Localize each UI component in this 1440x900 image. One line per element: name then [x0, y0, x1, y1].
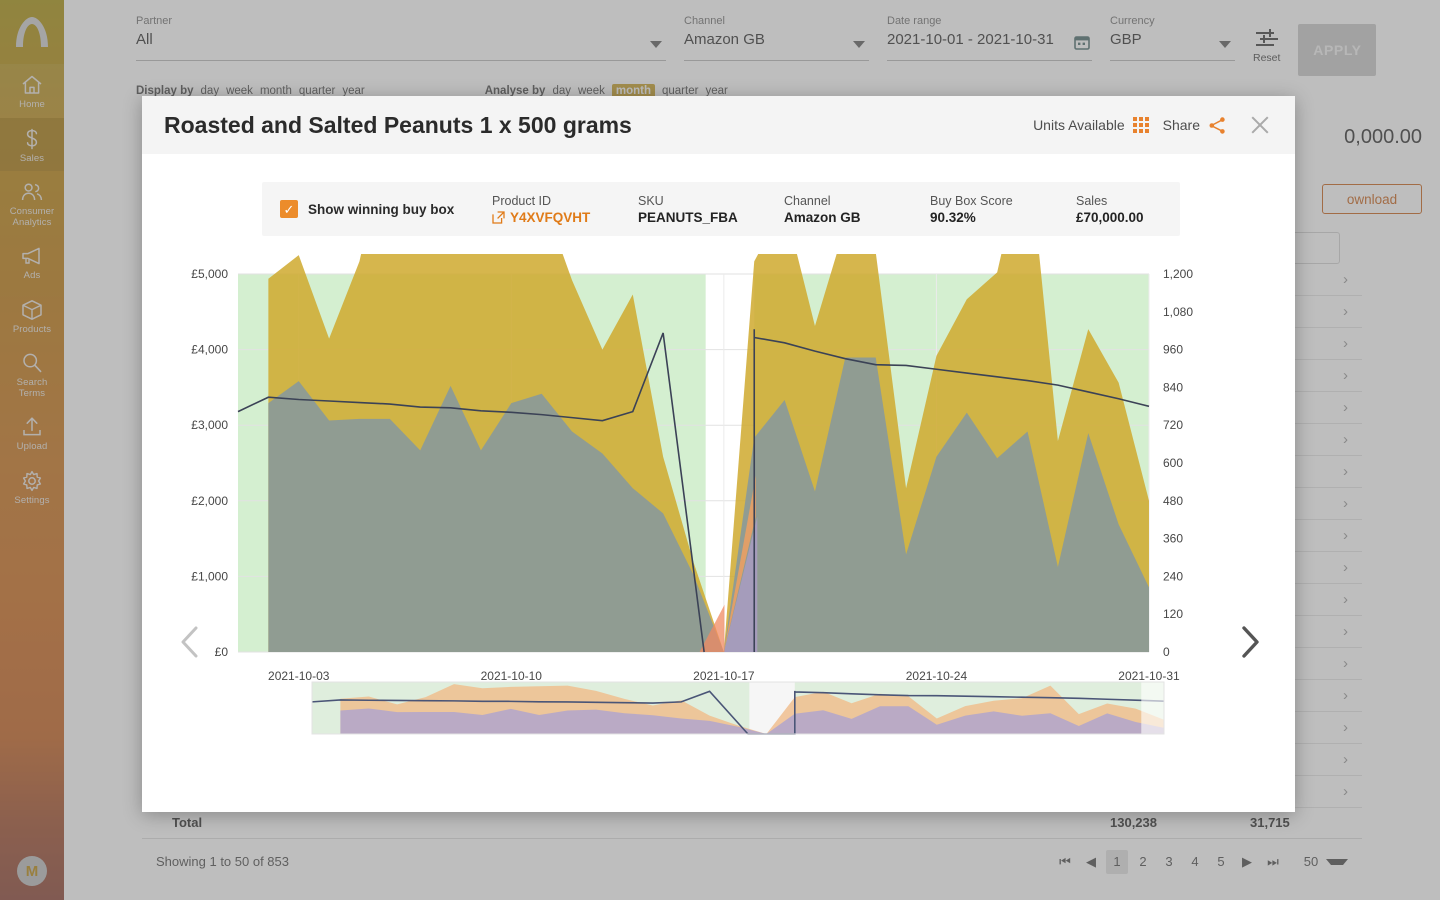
sales-value: £70,000.00 [1076, 209, 1144, 225]
modal-header: Roasted and Salted Peanuts 1 x 500 grams… [142, 96, 1295, 154]
navigator-mask-right [1141, 682, 1164, 734]
checkbox-checked-icon[interactable]: ✓ [280, 200, 298, 218]
page-title: Roasted and Salted Peanuts 1 x 500 grams [164, 111, 632, 138]
y-axis-right-tick-label: 0 [1163, 645, 1170, 659]
next-product-arrow[interactable] [1232, 622, 1266, 662]
y-axis-left-tick-label: £0 [215, 645, 229, 659]
sku-cell: SKU PEANUTS_FBA [638, 194, 784, 225]
product-detail-modal: Roasted and Salted Peanuts 1 x 500 grams… [142, 96, 1295, 812]
buy-box-chart[interactable]: £0 £1,000 £2,000 £3,000 £4,000 £5,000 0 120 240 3… [142, 122, 1295, 812]
y-axis-left-tick-label: £2,000 [191, 494, 228, 508]
channel-label: Channel [784, 193, 831, 208]
buy-box-score-label: Buy Box Score [930, 193, 1013, 208]
channel-value: Amazon GB [784, 209, 861, 225]
sales-cell: Sales £70,000.00 [1076, 194, 1144, 225]
grid-icon [1132, 117, 1149, 133]
share-label: Share [1162, 117, 1200, 133]
chart-area: £0 £1,000 £2,000 £3,000 £4,000 £5,000 0 120 240 3… [142, 122, 1295, 812]
close-icon[interactable] [1247, 112, 1273, 138]
external-link-icon [492, 210, 505, 224]
units-available-label: Units Available [1033, 117, 1125, 133]
units-available-button[interactable]: Units Available [1033, 117, 1149, 133]
y-axis-right-tick-label: 1,200 [1163, 267, 1193, 281]
product-id-link[interactable]: Y4XVFQVHT [492, 210, 638, 225]
y-axis-right-tick-label: 480 [1163, 494, 1183, 508]
buy-box-score-cell: Buy Box Score 90.32% [930, 194, 1076, 225]
x-axis-tick-label: 2021-10-10 [481, 669, 543, 683]
y-axis-left-tick-label: £1,000 [191, 569, 228, 583]
y-axis-right-tick-label: 960 [1163, 343, 1183, 357]
y-axis-right-tick-label: 600 [1163, 456, 1183, 470]
show-winning-buy-box-toggle[interactable]: ✓ Show winning buy box [280, 200, 492, 218]
y-axis-right-tick-label: 840 [1163, 380, 1183, 394]
x-axis-tick-label: 2021-10-17 [693, 669, 755, 683]
buy-box-score-value: 90.32% [930, 209, 976, 225]
y-axis-left-tick-label: £4,000 [191, 343, 228, 357]
y-axis-right-tick-label: 240 [1163, 569, 1183, 583]
share-button[interactable]: Share [1163, 116, 1227, 135]
y-axis-right-tick-label: 120 [1163, 607, 1183, 621]
x-axis-tick-label: 2021-10-31 [1118, 669, 1180, 683]
sales-label: Sales [1076, 193, 1108, 208]
product-info-strip: ✓ Show winning buy box Product ID Y4XVFQ… [262, 182, 1180, 236]
x-axis-tick-label: 2021-10-24 [906, 669, 968, 683]
y-axis-right-tick-label: 360 [1163, 532, 1183, 546]
product-id-value: Y4XVFQVHT [510, 209, 591, 225]
x-axis-tick-label: 2021-10-03 [268, 669, 330, 683]
sku-value: PEANUTS_FBA [638, 209, 738, 225]
y-axis-left-tick-label: £5,000 [191, 267, 228, 281]
modal-header-actions: Units Available Share [1033, 112, 1273, 138]
product-id-cell: Product ID Y4XVFQVHT [492, 194, 638, 225]
channel-cell: Channel Amazon GB [784, 194, 930, 225]
y-axis-right-tick-label: 1,080 [1163, 305, 1193, 319]
sku-label: SKU [638, 193, 664, 208]
y-axis-right-tick-label: 720 [1163, 418, 1183, 432]
buy-box-lost-band [706, 274, 753, 652]
product-id-label: Product ID [492, 193, 552, 208]
show-winning-buy-box-label: Show winning buy box [308, 201, 455, 217]
share-icon [1209, 116, 1225, 134]
previous-product-arrow[interactable] [174, 622, 208, 662]
y-axis-left-tick-label: £3,000 [191, 418, 228, 432]
